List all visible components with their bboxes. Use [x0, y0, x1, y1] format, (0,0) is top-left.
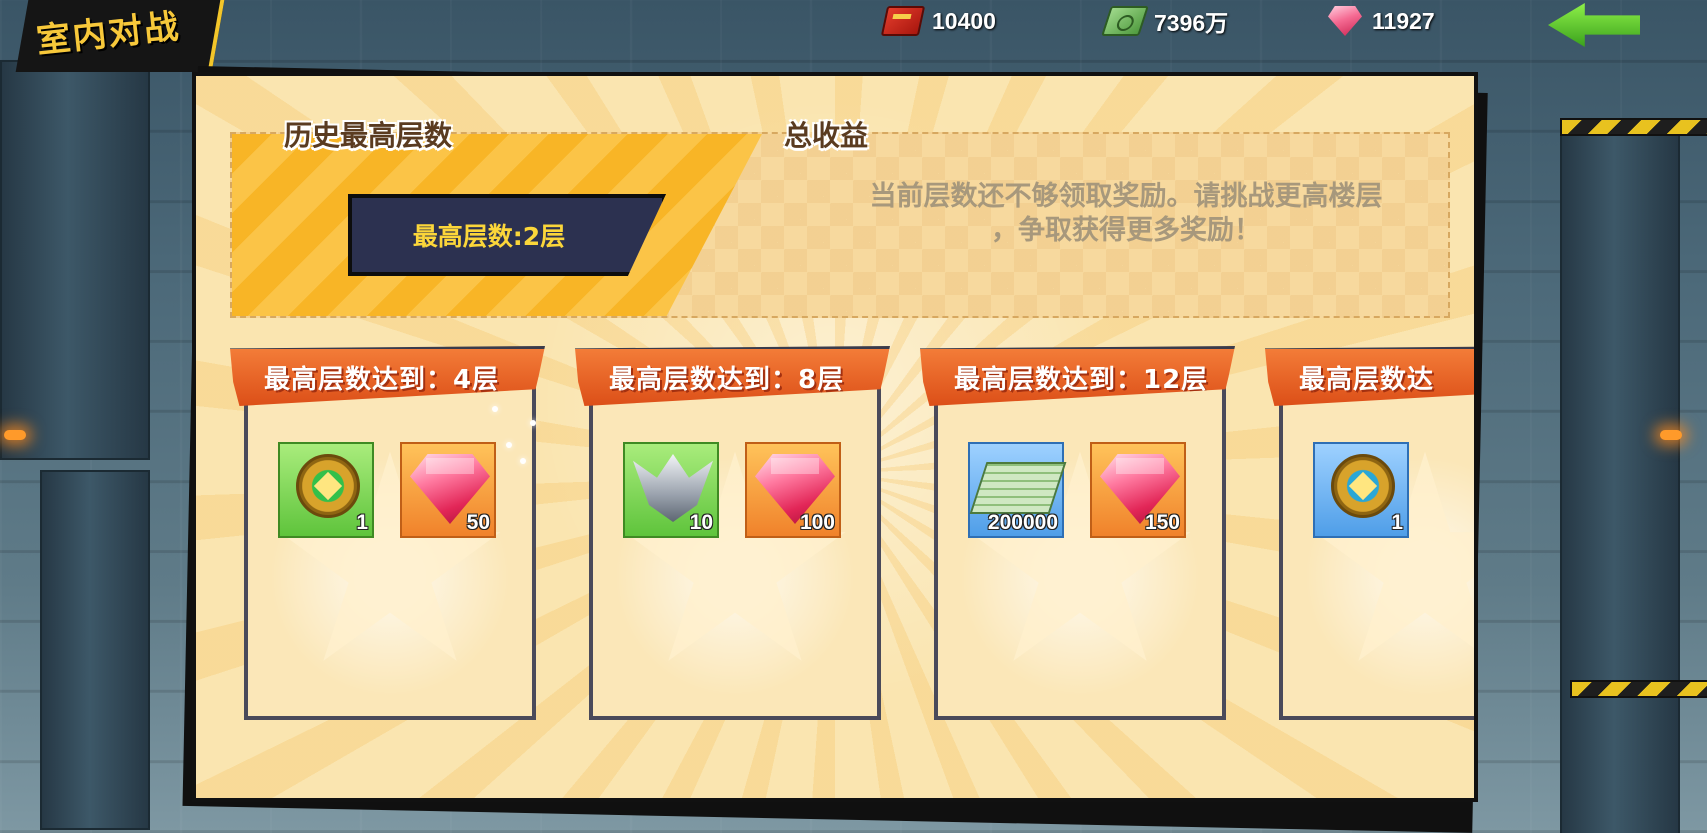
reward-notice: 当前层数还不够领取奖励。请挑战更高楼层 ，争取获得更多奖励！ [796, 180, 1456, 248]
bg-lamp [4, 430, 26, 440]
red-book-icon [880, 6, 926, 36]
reward-item[interactable]: 200000 [968, 442, 1067, 538]
reward-qty: 10 [689, 511, 713, 534]
reward-list: 1 [1313, 442, 1409, 538]
card-title: 最高层数达到：4层 [264, 365, 500, 395]
sparkle [492, 406, 498, 412]
reward-item[interactable]: 10 [623, 442, 719, 538]
reward-card[interactable]: 1 最高层数达 [1265, 346, 1474, 726]
reward-qty: 50 [466, 511, 490, 534]
reward-card[interactable]: 1 50 最高层数达到：4层 [230, 346, 545, 726]
reward-qty: 200000 [987, 511, 1058, 534]
sparkle [506, 442, 512, 448]
resource-book-value: 10400 [932, 7, 996, 34]
cash-stack-icon [1101, 6, 1149, 36]
pink-gem-icon [1328, 6, 1362, 36]
bg-pillar [40, 470, 150, 830]
card-body: 10 100 [589, 384, 881, 720]
resource-bar: 10400 7396万 11927 [870, 0, 1660, 42]
reward-qty: 1 [1391, 511, 1403, 534]
reward-item[interactable]: 150 [1090, 442, 1186, 538]
reward-item[interactable]: 1 [278, 442, 374, 538]
resource-gem-value: 11927 [1372, 7, 1435, 34]
card-body: 200000 150 [934, 384, 1226, 720]
blue-medal-icon [1331, 454, 1395, 518]
reward-panel: 历史最高层数 总收益 最高层数:2层 当前层数还不够领取奖励。请挑战更高楼层 ，… [192, 72, 1478, 802]
hazard-stripe [1570, 680, 1707, 698]
card-body: 1 [1279, 384, 1474, 720]
bg-lamp [1660, 430, 1682, 440]
reward-list: 1 50 [278, 442, 496, 538]
resource-cash-value: 7396万 [1154, 10, 1229, 36]
reward-item[interactable]: 1 [1313, 442, 1409, 538]
resource-cash: 7396万 [1101, 4, 1229, 38]
notice-line-1: 当前层数还不够领取奖励。请挑战更高楼层 [869, 181, 1383, 212]
resource-gem: 11927 [1328, 4, 1435, 38]
card-title: 最高层数达 [1299, 365, 1435, 395]
reward-item[interactable]: 50 [400, 442, 496, 538]
reward-qty: 100 [799, 511, 835, 534]
reward-card[interactable]: 10 100 最高层数达到：8层 [575, 346, 890, 726]
reward-cards-scroller[interactable]: 1 50 最高层数达到：4层 10 100 最高层数达到：8层 200000 1… [230, 346, 1474, 746]
max-floor-plate: 最高层数:2层 [348, 194, 666, 276]
bg-pillar [1560, 120, 1680, 833]
hazard-stripe [1560, 118, 1707, 136]
history-max-floor-label: 历史最高层数 [284, 119, 453, 152]
sparkle [520, 458, 526, 464]
cash-stack-icon [969, 462, 1067, 514]
notice-line-2: ，争取获得更多奖励！ [991, 215, 1261, 246]
reward-qty: 150 [1144, 511, 1180, 534]
card-title: 最高层数达到：12层 [954, 365, 1209, 395]
card-title: 最高层数达到：8层 [609, 365, 845, 395]
reward-list: 200000 150 [968, 442, 1186, 538]
max-floor-text: 最高层数:2层 [412, 222, 566, 251]
card-body: 1 50 [244, 384, 536, 720]
sparkle [530, 420, 536, 426]
reward-item[interactable]: 100 [745, 442, 841, 538]
total-income-label: 总收益 [784, 119, 869, 152]
bg-pillar [0, 60, 150, 460]
resource-book: 10400 [880, 4, 996, 38]
reward-card[interactable]: 200000 150 最高层数达到：12层 [920, 346, 1235, 726]
reward-qty: 1 [356, 511, 368, 534]
reward-list: 10 100 [623, 442, 841, 538]
green-medal-icon [296, 454, 360, 518]
